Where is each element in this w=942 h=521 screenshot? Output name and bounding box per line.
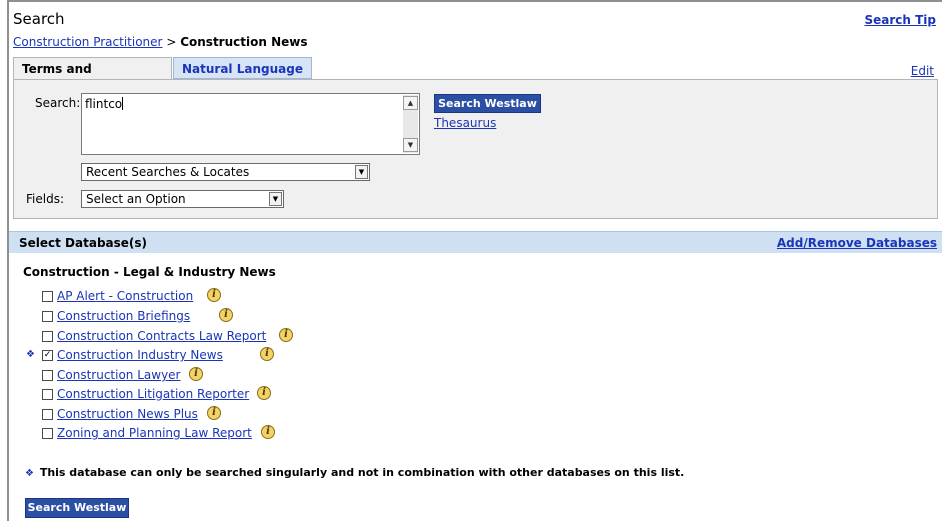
recent-searches-select[interactable]: Recent Searches & Locates ▼ (81, 163, 370, 181)
scroll-up-icon[interactable]: ▲ (403, 96, 418, 110)
page-title: Search (13, 10, 65, 28)
breadcrumb-current: Construction News (180, 35, 308, 49)
database-section-header: Select Database(s) Add/Remove Databases (9, 231, 942, 253)
recent-searches-value: Recent Searches & Locates (86, 165, 250, 179)
database-link[interactable]: Construction Briefings (57, 309, 190, 323)
single-search-marker-icon: ❖ (26, 349, 35, 360)
text-caret (122, 97, 124, 110)
database-checkbox[interactable] (42, 311, 53, 322)
info-icon[interactable]: i (189, 367, 203, 381)
database-link[interactable]: Construction Litigation Reporter (57, 387, 249, 401)
database-link[interactable]: Construction Industry News (57, 348, 223, 362)
dropdown-arrow-icon: ▼ (269, 192, 282, 206)
search-input[interactable]: flintco ▲ ▼ (81, 93, 420, 155)
database-link[interactable]: Zoning and Planning Law Report (57, 426, 252, 440)
breadcrumb-parent-link[interactable]: Construction Practitioner (13, 35, 162, 49)
top-border (7, 0, 942, 2)
database-link[interactable]: Construction Contracts Law Report (57, 329, 266, 343)
database-checkbox[interactable]: ✓ (42, 350, 53, 361)
info-icon[interactable]: i (207, 288, 221, 302)
database-link[interactable]: AP Alert - Construction (57, 289, 193, 303)
database-link[interactable]: Construction News Plus (57, 407, 198, 421)
database-checkbox[interactable] (42, 428, 53, 439)
fields-label: Fields: (26, 192, 64, 206)
footnote: ❖ This database can only be searched sin… (25, 466, 684, 479)
database-link[interactable]: Construction Lawyer (57, 368, 181, 382)
scroll-down-icon[interactable]: ▼ (403, 138, 418, 152)
search-label: Search: (35, 96, 81, 110)
search-scrollbar[interactable]: ▲ ▼ (403, 95, 418, 153)
search-tips-link[interactable]: Search Tip (864, 13, 936, 27)
info-icon[interactable]: i (260, 347, 274, 361)
edit-link[interactable]: Edit (911, 64, 934, 78)
breadcrumb: Construction Practitioner > Construction… (13, 35, 307, 49)
search-westlaw-bottom-button[interactable]: Search Westlaw (25, 498, 129, 518)
database-checkbox[interactable] (42, 389, 53, 400)
info-icon[interactable]: i (207, 406, 221, 420)
info-icon[interactable]: i (261, 425, 275, 439)
database-checkbox[interactable] (42, 409, 53, 420)
search-westlaw-button[interactable]: Search Westlaw (434, 94, 541, 113)
database-group-title: Construction - Legal & Industry News (23, 265, 276, 279)
thesaurus-link[interactable]: Thesaurus (434, 116, 496, 130)
database-checkbox[interactable] (42, 370, 53, 381)
dropdown-arrow-icon: ▼ (355, 165, 368, 179)
left-border (7, 0, 9, 521)
database-section-title: Select Database(s) (19, 236, 148, 250)
fields-select[interactable]: Select an Option ▼ (81, 190, 284, 208)
fields-select-value: Select an Option (86, 192, 186, 206)
database-checkbox[interactable] (42, 291, 53, 302)
database-checkbox[interactable] (42, 331, 53, 342)
breadcrumb-separator: > (166, 35, 177, 49)
tab-terms-and-connectors[interactable]: Terms and Connectors (13, 57, 172, 98)
add-remove-databases-link[interactable]: Add/Remove Databases (777, 236, 937, 250)
info-icon[interactable]: i (279, 328, 293, 342)
info-icon[interactable]: i (257, 386, 271, 400)
tab-natural-language[interactable]: Natural Language (173, 57, 312, 79)
info-icon[interactable]: i (219, 308, 233, 322)
single-search-marker-icon: ❖ (25, 468, 34, 479)
search-input-value: flintco (85, 97, 124, 111)
footnote-text: This database can only be searched singu… (39, 466, 685, 479)
